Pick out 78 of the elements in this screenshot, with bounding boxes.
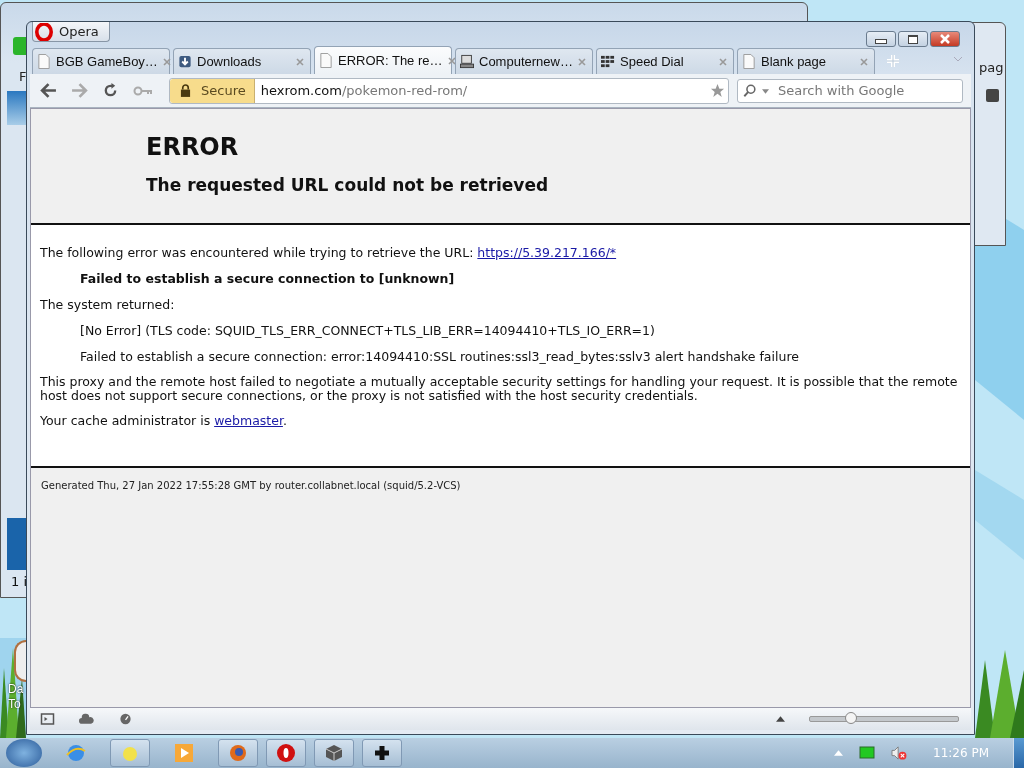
chevron-down-icon[interactable] [953,56,963,62]
play-icon[interactable] [174,743,194,763]
browser-tab[interactable]: ERROR: The re… [314,46,452,74]
address-field[interactable]: Secure hexrom.com/pokemon-red-rom/ [169,77,729,104]
search-field[interactable]: Search with Google [737,78,963,103]
browser-tab[interactable]: Speed Dial [596,48,734,74]
plus-icon [372,743,392,763]
star-icon[interactable] [710,83,725,98]
security-badge[interactable]: Secure [170,78,255,103]
page-icon [319,53,333,68]
error-subtitle: The requested URL could not be retrieved [146,175,550,195]
taskbar-button[interactable] [362,739,402,767]
tab-title: Downloads [197,54,263,69]
key-icon[interactable] [133,85,153,96]
webmaster-link[interactable]: webmaster [214,413,283,428]
browser-tab[interactable]: Blank page [737,48,875,74]
generated-footer: Generated Thu, 27 Jan 2022 17:55:28 GMT by router.collabnet.local (squid/5.2-VCS) [41,480,461,491]
close-icon [940,34,950,44]
slider-thumb[interactable] [845,712,858,724]
system-message: Failed to establish a secure connection: error:14094410:SSL routines:ssl3_read_bytes:sslv3 alert handshake failure [79,349,800,365]
browser-tab[interactable]: Downloads [173,48,311,74]
globe-icon [228,743,248,763]
start-button[interactable] [6,739,42,767]
browser-tab[interactable]: BGB GameBoy… [32,48,170,74]
monitor-icon[interactable] [859,746,875,760]
maximize-button[interactable] [898,31,928,47]
maximize-icon [908,34,918,44]
url-text: hexrom.com/pokemon-red-rom/ [260,83,468,98]
tab-title: Blank page [761,54,828,69]
system-label: The system returned: [40,297,176,313]
clock: 11:26 PM [933,746,989,760]
menu-item[interactable]: F [19,69,27,84]
tab-title: ERROR: The re… [338,53,443,68]
close-button[interactable] [930,31,960,47]
page-icon [742,54,756,69]
reload-icon[interactable] [102,83,119,98]
close-icon[interactable] [296,57,304,66]
minimize-icon [875,39,887,44]
lock-icon [180,84,191,97]
ring-icon [276,743,296,763]
admin-text: Your cache administrator is webmaster. [40,413,288,429]
computer-icon [460,54,474,69]
close-icon[interactable] [719,57,727,66]
close-icon[interactable] [162,57,171,66]
grid-icon [601,54,615,69]
cloud-icon[interactable] [79,713,94,725]
error-intro: The following error was encountered while trying to retrieve the URL: https://5.39.217.166/* [40,245,618,261]
minimize-button[interactable] [866,31,896,47]
close-icon[interactable] [860,57,868,66]
explanation-text: This proxy and the remote host failed to negotiate a mutually acceptable security settings for handling your request. It is possible that the remote host does not support secure connections, or the proxy is not satisfied with the host security credentials. [40,375,959,403]
download-icon [178,54,192,69]
page-icon [37,54,51,69]
url-link[interactable]: https://5.39.217.166/* [477,245,617,260]
triangle-up-icon[interactable] [776,716,785,722]
error-title: ERROR [146,133,240,161]
globe-icon[interactable] [66,743,86,763]
back-icon[interactable] [40,83,57,98]
tab-title: Speed Dial [620,54,685,69]
security-label: Secure [201,83,246,98]
status-text: 1 i [11,574,27,589]
muted-speaker-icon[interactable] [891,746,907,760]
page-text: pag [979,60,1004,75]
browser-tab[interactable]: Computernew… [455,48,593,74]
close-icon[interactable] [578,57,586,66]
tab-title: BGB GameBoy… [56,54,158,69]
close-icon[interactable] [447,56,456,65]
system-message: [No Error] (TLS code: SQUID_TLS_ERR_CONNECT+TLS_LIB_ERR=14094410+TLS_IO_ERR=1) [79,323,656,339]
gauge-icon[interactable] [118,713,133,725]
tab-title: Computernew… [479,54,573,69]
forward-icon[interactable] [71,83,88,98]
panel-icon[interactable] [40,713,55,725]
search-icon [743,83,757,98]
caret-icon[interactable] [762,88,769,94]
cube-icon [324,743,344,763]
error-detail: Failed to establish a secure connection to [unknown] [79,271,456,287]
ring-logo-icon [35,22,53,41]
opera-menu-button[interactable]: Opera [32,22,110,42]
show-desktop-button[interactable] [1013,738,1024,768]
